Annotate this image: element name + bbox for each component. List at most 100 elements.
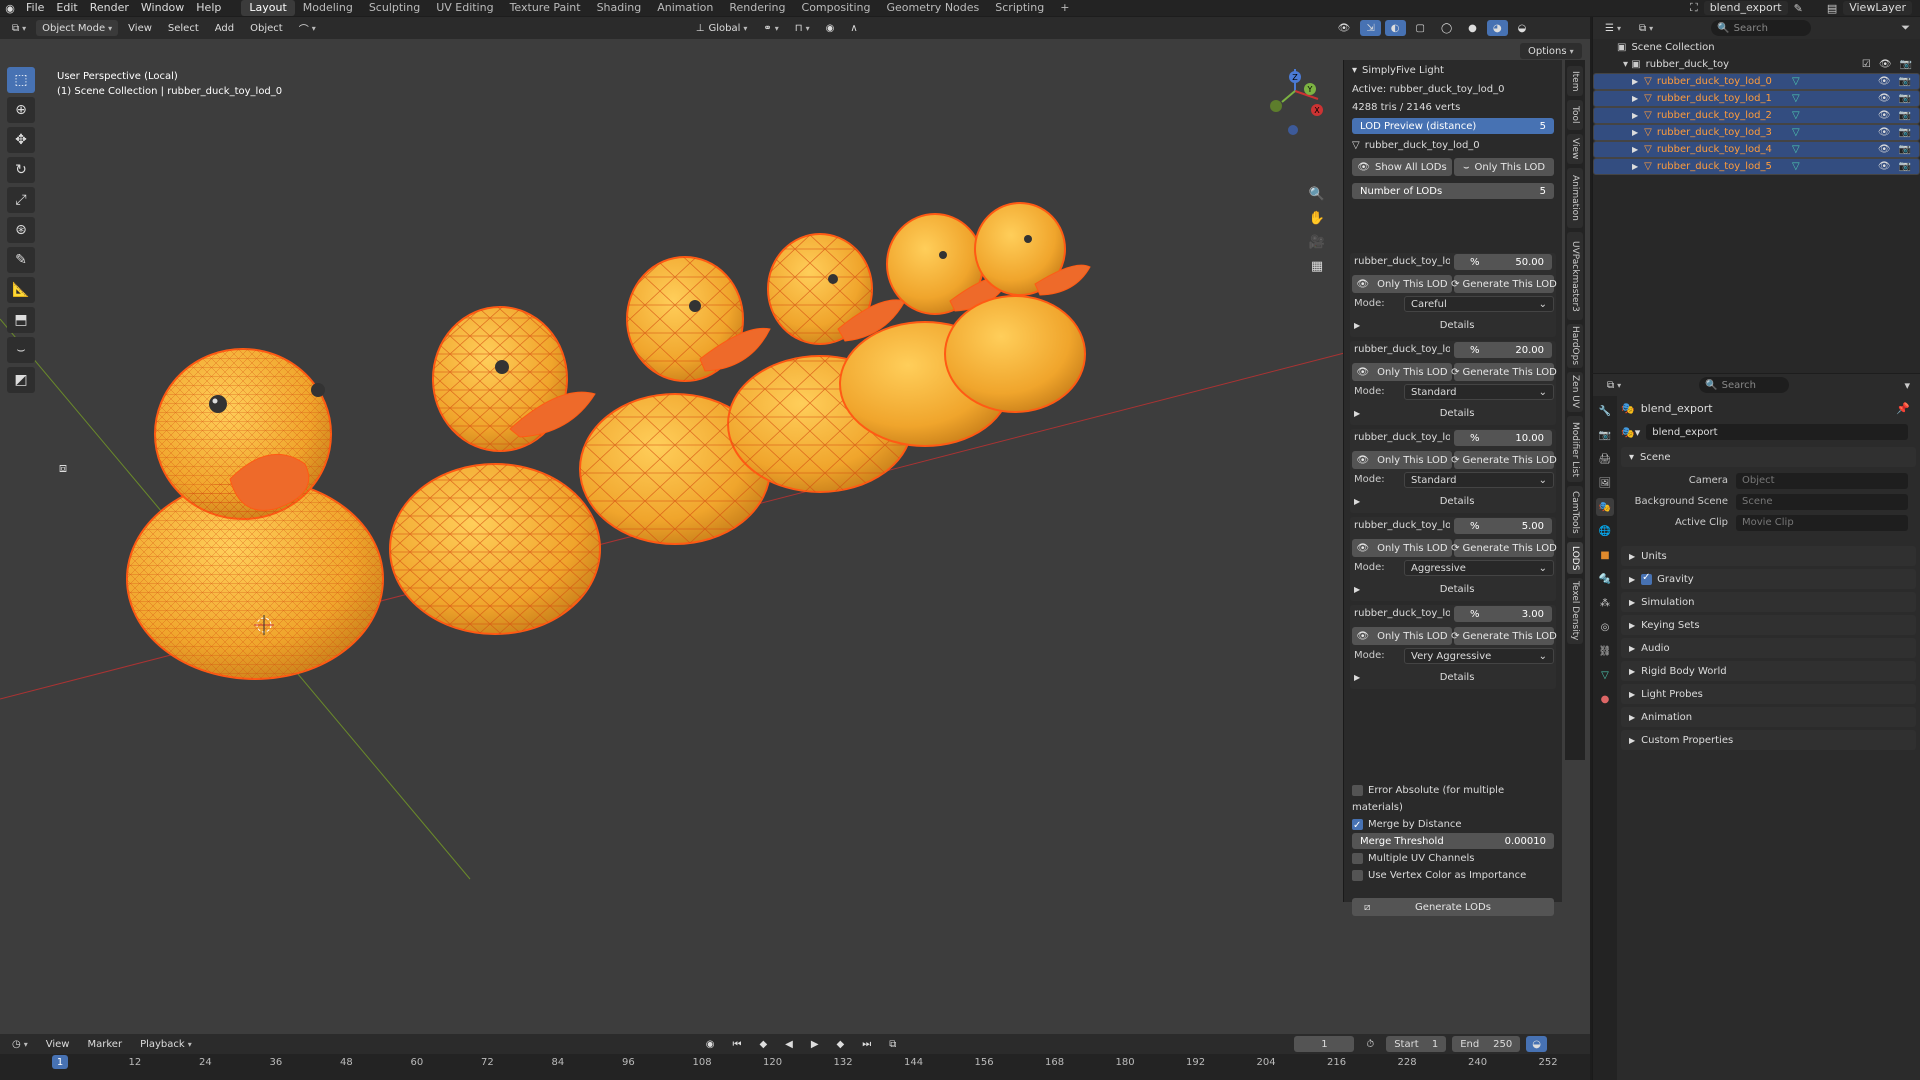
- scene-props-icon[interactable]: 🎭: [1596, 498, 1614, 516]
- view-layer-props-icon[interactable]: 🖼: [1596, 474, 1614, 492]
- render-camera-icon[interactable]: 📷: [1900, 59, 1912, 70]
- property-panel-header[interactable]: ▶ Units: [1621, 546, 1916, 566]
- property-panel-header[interactable]: ▶ Animation: [1621, 707, 1916, 727]
- add-cube-tool-icon[interactable]: ⬒: [7, 307, 35, 333]
- expand-arrow-icon[interactable]: ▶: [1632, 94, 1638, 103]
- lod-only-this-button[interactable]: 👁 Only This LOD: [1352, 451, 1452, 469]
- world-props-icon[interactable]: 🌐: [1596, 522, 1614, 540]
- lod-details-toggle[interactable]: ▶ Details: [1354, 493, 1554, 509]
- multiple-uv-checkbox[interactable]: Multiple UV Channels: [1352, 850, 1554, 867]
- lod-mode-dropdown[interactable]: Standard ⌄: [1404, 384, 1554, 400]
- gizmo-toggle-icon[interactable]: ⇲: [1360, 20, 1381, 36]
- start-frame-field[interactable]: Start 1: [1386, 1036, 1447, 1052]
- play-icon[interactable]: ▶: [805, 1036, 825, 1052]
- rendered-shading-icon[interactable]: ◒: [1512, 20, 1533, 36]
- only-this-lod-toggle[interactable]: ⌣ Only This LOD: [1454, 158, 1554, 176]
- wireframe-shading-icon[interactable]: ◯: [1435, 20, 1458, 36]
- physics-props-icon[interactable]: ◎: [1596, 618, 1614, 636]
- render-props-icon[interactable]: 📷: [1596, 426, 1614, 444]
- measure-tool-icon[interactable]: 📐: [7, 277, 35, 303]
- properties-search-input[interactable]: 🔍 Search: [1699, 377, 1790, 393]
- navigation-gizmo[interactable]: Z X Y: [1270, 69, 1323, 135]
- sidetab-tool[interactable]: Tool: [1567, 100, 1583, 130]
- property-panel-header[interactable]: ▶ Gravity: [1621, 569, 1916, 589]
- annotate-tool-icon[interactable]: ✎: [7, 247, 35, 273]
- lod-generate-button[interactable]: ⟳ Generate This LOD: [1451, 539, 1557, 557]
- knife-tool-icon[interactable]: ◩: [7, 367, 35, 393]
- falloff-icon[interactable]: ∧: [844, 20, 863, 36]
- expand-arrow-icon[interactable]: ▶: [1632, 162, 1638, 171]
- lod-mode-dropdown[interactable]: Very Aggressive ⌄: [1404, 648, 1554, 664]
- sidetab-lods[interactable]: LODS: [1567, 542, 1583, 574]
- tab-texture-paint[interactable]: Texture Paint: [502, 0, 589, 16]
- mode-selector[interactable]: Object Mode ▾: [36, 20, 119, 36]
- merge-threshold-field[interactable]: Merge Threshold 0.00010: [1352, 833, 1554, 849]
- pivot-icon[interactable]: ⚭ ▾: [757, 20, 784, 36]
- tab-sculpting[interactable]: Sculpting: [361, 0, 428, 16]
- tab-compositing[interactable]: Compositing: [794, 0, 879, 16]
- eye-icon[interactable]: 👁: [1878, 161, 1891, 172]
- render-camera-icon[interactable]: 📷: [1899, 76, 1911, 87]
- lod-percent-field[interactable]: % 5.00: [1454, 518, 1552, 534]
- timeline-menu-view[interactable]: View: [40, 1036, 76, 1052]
- proportional-edit-icon[interactable]: ◉: [820, 20, 841, 36]
- lod-generate-button[interactable]: ⟳ Generate This LOD: [1451, 627, 1557, 645]
- expand-arrow-icon[interactable]: ▶: [1632, 77, 1638, 86]
- eye-icon[interactable]: 👁: [1879, 59, 1892, 70]
- timeline-menu-marker[interactable]: Marker: [81, 1036, 128, 1052]
- sidetab-item[interactable]: Item: [1567, 66, 1583, 96]
- render-camera-icon[interactable]: 📷: [1899, 93, 1911, 104]
- background-scene-field[interactable]: Scene: [1736, 493, 1908, 510]
- props-dropdown-icon[interactable]: ▾: [1904, 379, 1920, 392]
- checkbox-icon[interactable]: ☑: [1862, 59, 1871, 70]
- tab-modeling[interactable]: Modeling: [295, 0, 361, 16]
- outliner-object-row[interactable]: ▶ ▽ rubber_duck_toy_lod_2 ▽ 👁 📷: [1593, 107, 1920, 124]
- property-panel-header[interactable]: ▶ Rigid Body World: [1621, 661, 1916, 681]
- outliner-object-row[interactable]: ▶ ▽ rubber_duck_toy_lod_0 ▽ 👁 📷: [1593, 73, 1920, 90]
- scene-icon[interactable]: ⛶: [1690, 1, 1698, 15]
- filter-icon[interactable]: ⏷: [1901, 21, 1920, 35]
- menu-edit[interactable]: Edit: [50, 0, 83, 16]
- menu-add[interactable]: Add: [209, 20, 240, 36]
- lod-mode-dropdown[interactable]: Standard ⌄: [1404, 472, 1554, 488]
- lod-percent-field[interactable]: % 20.00: [1454, 342, 1552, 358]
- eye-icon[interactable]: 👁: [1878, 127, 1891, 138]
- scene-panel-header[interactable]: ▾ Scene: [1621, 447, 1916, 467]
- gravity-checkbox[interactable]: [1641, 572, 1653, 585]
- view-layer-icon[interactable]: ▤: [1827, 2, 1837, 15]
- eye-icon[interactable]: 👁: [1878, 110, 1891, 121]
- sidetab-zen-uv[interactable]: Zen UV: [1567, 372, 1583, 412]
- sidetab-uvpackmaster[interactable]: UVPackmaster3: [1567, 232, 1583, 320]
- snap-icon[interactable]: ⊓ ▾: [789, 20, 816, 36]
- render-camera-icon[interactable]: 📷: [1899, 110, 1911, 121]
- lod-details-toggle[interactable]: ▶ Details: [1354, 581, 1554, 597]
- duck-lod-1[interactable]: [389, 306, 601, 635]
- lod-generate-button[interactable]: ⟳ Generate This LOD: [1451, 275, 1557, 293]
- collection-row[interactable]: ▾ ▣ rubber_duck_toy ☑ 👁 📷: [1593, 56, 1920, 73]
- end-frame-field[interactable]: End 250: [1452, 1036, 1521, 1052]
- menu-file[interactable]: File: [20, 0, 50, 16]
- rotate-tool-icon[interactable]: ↻: [7, 157, 35, 183]
- property-panel-header[interactable]: ▶ Audio: [1621, 638, 1916, 658]
- pin-props-icon[interactable]: 📌: [1896, 402, 1916, 415]
- tab-animation[interactable]: Animation: [649, 0, 721, 16]
- pan-hand-icon[interactable]: ✋: [1306, 207, 1328, 229]
- timeline-menu-playback[interactable]: Playback ▾: [134, 1036, 198, 1052]
- object-props-icon[interactable]: ■: [1596, 546, 1614, 564]
- object-options-icon[interactable]: ⌒ ▾: [293, 20, 322, 36]
- eye-icon[interactable]: 👁: [1878, 76, 1891, 87]
- lod-details-toggle[interactable]: ▶ Details: [1354, 317, 1554, 333]
- record-icon[interactable]: ◉: [700, 1036, 721, 1052]
- keying-icon[interactable]: ⧉: [883, 1036, 902, 1052]
- cursor-tool-icon[interactable]: ⊕: [7, 97, 35, 123]
- sidetab-texel-density[interactable]: Texel Density: [1567, 578, 1583, 644]
- particles-props-icon[interactable]: ⁂: [1596, 594, 1614, 612]
- jump-start-icon[interactable]: ⏮: [726, 1036, 747, 1052]
- tool-props-icon[interactable]: 🔧: [1596, 402, 1614, 420]
- merge-by-distance-checkbox[interactable]: Merge by Distance: [1352, 816, 1554, 834]
- tab-shading[interactable]: Shading: [589, 0, 650, 16]
- lod-percent-field[interactable]: % 10.00: [1454, 430, 1552, 446]
- tab-rendering[interactable]: Rendering: [721, 0, 793, 16]
- constraints-props-icon[interactable]: ⛓: [1596, 642, 1614, 660]
- lod-percent-field[interactable]: % 3.00: [1454, 606, 1552, 622]
